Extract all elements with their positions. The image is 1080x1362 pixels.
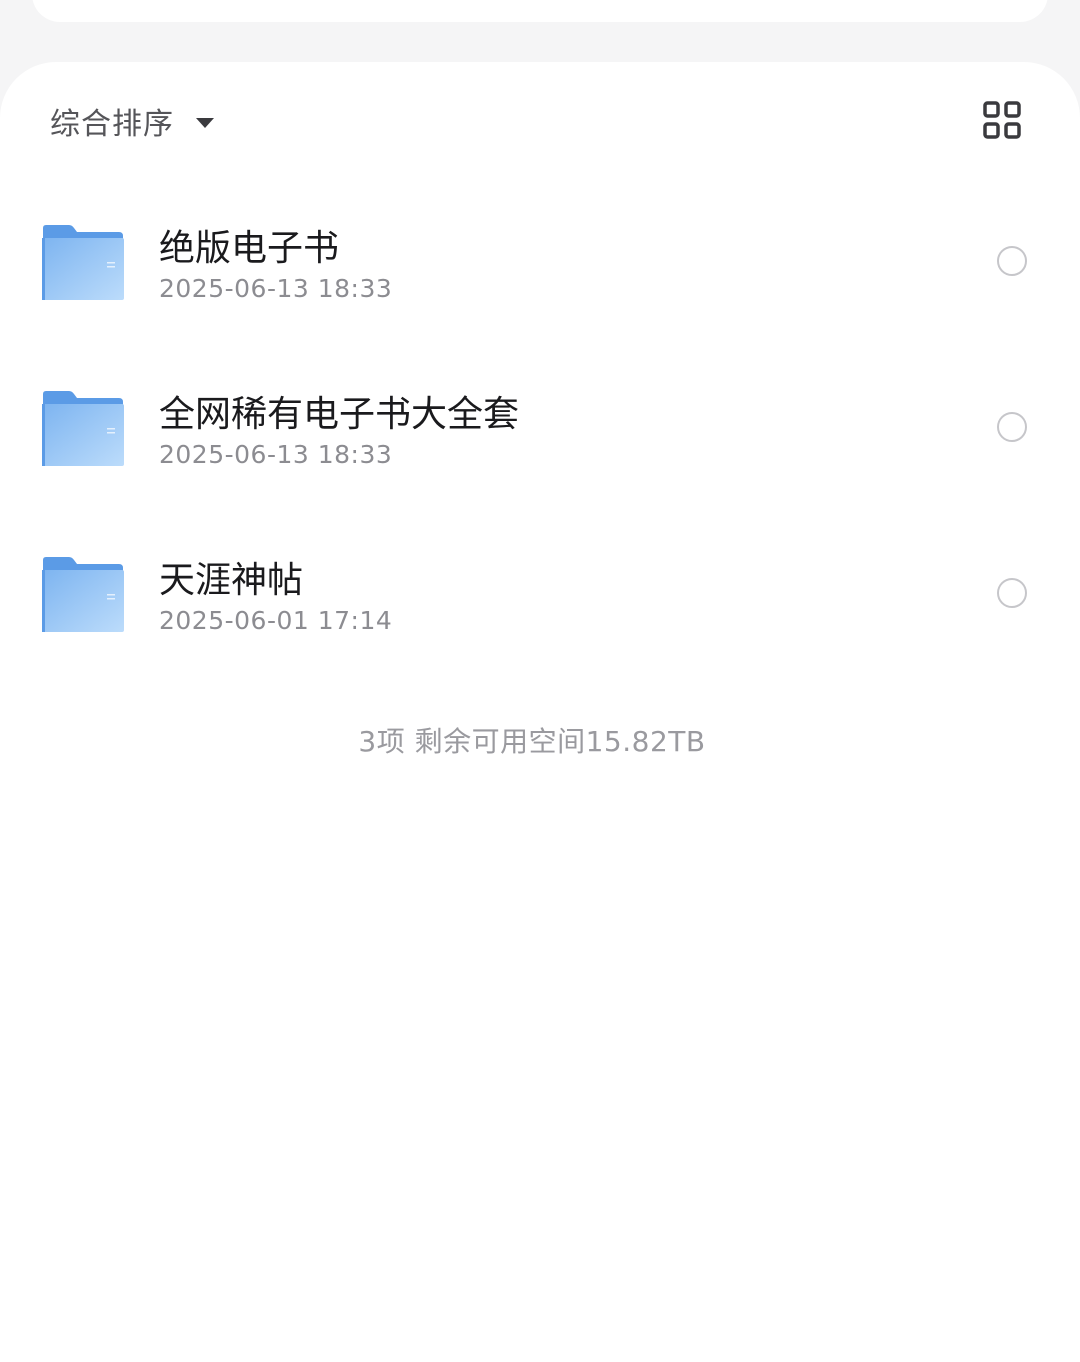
file-date: 2025-06-13 18:33 xyxy=(159,274,393,303)
sort-label: 综合排序 xyxy=(50,107,174,142)
grid-view-icon xyxy=(983,101,1021,139)
folder-icon xyxy=(42,557,124,632)
file-name: 天涯神帖 xyxy=(159,560,304,601)
file-name: 绝版电子书 xyxy=(159,228,340,269)
file-name: 全网稀有电子书大全套 xyxy=(159,394,520,435)
file-row[interactable]: 天涯神帖 2025-06-01 17:14 xyxy=(0,518,1080,668)
file-date: 2025-06-13 18:33 xyxy=(159,440,393,469)
file-date: 2025-06-01 17:14 xyxy=(159,606,393,635)
caret-down-icon xyxy=(196,117,214,128)
top-panel xyxy=(32,0,1048,22)
storage-summary: 3项 剩余可用空间15.82TB xyxy=(358,725,706,758)
sort-dropdown[interactable]: 综合排序 xyxy=(50,100,214,142)
file-row[interactable]: 绝版电子书 2025-06-13 18:33 xyxy=(0,186,1080,336)
file-row[interactable]: 全网稀有电子书大全套 2025-06-13 18:33 xyxy=(0,352,1080,502)
folder-icon xyxy=(42,225,124,300)
select-radio[interactable] xyxy=(997,412,1027,442)
select-radio[interactable] xyxy=(997,246,1027,276)
grid-view-toggle-button[interactable] xyxy=(982,100,1022,140)
folder-icon xyxy=(42,391,124,466)
select-radio[interactable] xyxy=(997,578,1027,608)
